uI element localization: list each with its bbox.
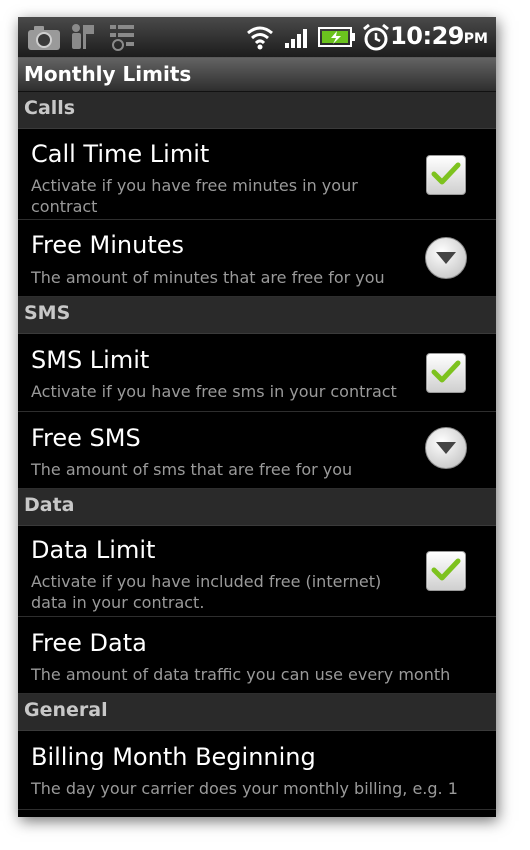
page-title: Monthly Limits [24,62,192,86]
chevron-down-icon [436,442,456,454]
battery-charging-icon [318,26,356,52]
data-limit-checkbox[interactable] [426,551,466,591]
checkmark-icon [431,558,461,581]
pref-subtitle: The amount of data traffic you can use e… [31,665,451,684]
pref-subtitle: The amount of sms that are free for you [31,460,353,479]
section-header-data: Data [18,489,496,526]
pref-title: Free Minutes [31,231,185,259]
section-header-label: Calls [24,97,76,119]
clock-ampm: PM [463,31,488,47]
clock-time: 10:29 [390,22,464,50]
pref-subtitle: Activate if you have free minutes in you… [31,176,358,216]
pref-title: Data Limit [31,536,156,564]
section-header-sms: SMS [18,297,496,334]
status-bar: 10:29 PM [18,17,496,58]
free-minutes-dropdown-button[interactable] [425,237,467,279]
section-header-label: SMS [24,302,71,324]
checkmark-icon [431,162,461,185]
checkmark-icon [431,360,461,383]
title-bar: Monthly Limits [18,58,496,92]
section-header-label: Data [24,494,75,516]
pref-subtitle: Activate if you have free sms in your co… [31,382,397,401]
pref-title: Call Time Limit [31,140,210,168]
pref-title: Billing Month Beginning [31,743,316,771]
usb-debug-icon [68,22,96,56]
camera-icon [26,24,62,56]
free-sms-dropdown-button[interactable] [425,427,467,469]
pref-free-data[interactable]: Free Data The amount of data traffic you… [18,617,496,694]
pref-title: Free Data [31,629,147,657]
sms-limit-checkbox[interactable] [426,353,466,393]
pref-subtitle: The amount of minutes that are free for … [31,268,385,287]
pref-call-time-limit[interactable]: Call Time Limit Activate if you have fre… [18,129,496,220]
pref-data-limit[interactable]: Data Limit Activate if you have included… [18,526,496,617]
pref-title: SMS Limit [31,346,150,374]
pref-free-sms[interactable]: Free SMS The amount of sms that are free… [18,412,496,489]
phone-screen: 10:29 PM Monthly Limits Calls Call Time … [18,17,496,817]
pref-subtitle: Activate if you have included free (inte… [31,572,382,612]
chevron-down-icon [436,252,456,264]
section-header-general: General [18,694,496,731]
signal-icon [284,25,312,53]
pref-title: Free SMS [31,424,141,452]
wifi-icon [246,24,274,54]
pref-billing-month-beginning[interactable]: Billing Month Beginning The day your car… [18,731,496,810]
pref-free-minutes[interactable]: Free Minutes The amount of minutes that … [18,220,496,297]
alarm-clock-icon [361,22,391,56]
preferences-list: Calls Call Time Limit Activate if you ha… [18,92,496,810]
pref-sms-limit[interactable]: SMS Limit Activate if you have free sms … [18,334,496,412]
pref-subtitle: The day your carrier does your monthly b… [31,779,458,798]
notification-icon [108,22,138,56]
section-header-calls: Calls [18,92,496,129]
call-time-limit-checkbox[interactable] [426,155,466,195]
section-header-label: General [24,699,108,721]
